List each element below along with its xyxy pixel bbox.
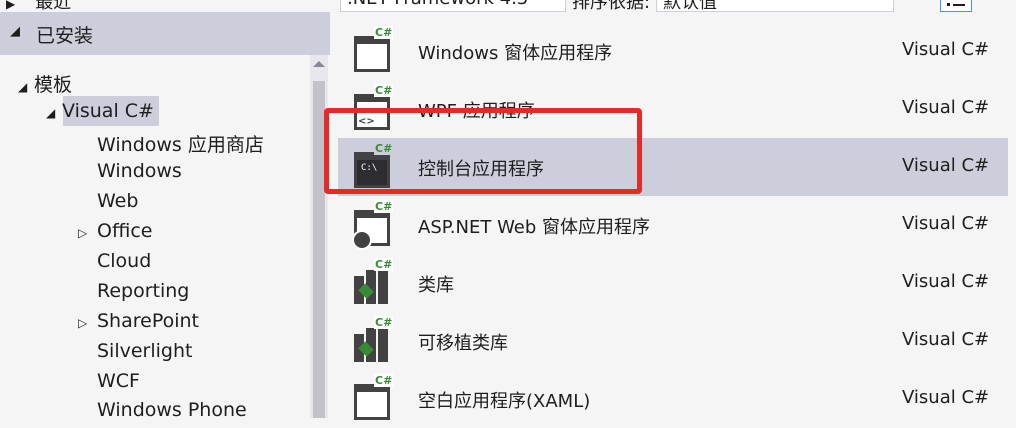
tree-item-office[interactable]: ▷ Office (78, 220, 152, 242)
tree-item-visual-csharp[interactable]: ◢ Visual C# (46, 100, 154, 122)
sort-select[interactable]: 默认值 (656, 0, 894, 12)
template-row-windows-forms[interactable]: C# Windows 窗体应用程序 Visual C# (338, 22, 1008, 80)
tree-item-web[interactable]: Web (97, 190, 138, 212)
portable-library-icon: C# (352, 316, 396, 364)
tree-item-silverlight[interactable]: Silverlight (97, 340, 192, 362)
tree-item-windows[interactable]: Windows (97, 160, 182, 182)
annotation-highlight-box (324, 108, 642, 194)
collapse-arrow-icon[interactable]: ◢ (18, 80, 34, 94)
expand-arrow-icon[interactable]: ▷ (78, 226, 94, 240)
expand-arrow-icon[interactable]: ▶ (6, 0, 15, 11)
template-list: C# Windows 窗体应用程序 Visual C# C# <> WPF 应用… (338, 22, 1008, 420)
tree-item-wcf[interactable]: WCF (97, 370, 140, 392)
expand-arrow-icon[interactable]: ▷ (78, 316, 94, 330)
grid-view-icon[interactable] (905, 0, 931, 10)
collapse-arrow-icon[interactable]: ◢ (46, 106, 62, 120)
tree-item-sharepoint[interactable]: ▷ SharePoint (78, 310, 199, 332)
collapse-arrow-icon[interactable]: ◢ (10, 24, 20, 39)
globe-icon (352, 230, 372, 250)
template-row-portable-library[interactable]: C# 可移植类库 Visual C# (338, 312, 1008, 370)
tree-item-templates[interactable]: ◢ 模板 (18, 70, 72, 97)
class-library-icon: C# (352, 258, 396, 306)
tree-item-recent[interactable]: ▶ 最近 (6, 0, 71, 12)
winforms-icon: C# (352, 26, 396, 74)
tree-item-windows-store[interactable]: Windows 应用商店 (97, 130, 264, 157)
aspnet-icon: C# (352, 200, 396, 250)
top-toolbar: ▶最近 .NET Framework 4.5 ▼ 排序依据: 默认值 (0, 0, 1016, 12)
template-row-aspnet[interactable]: C# ASP.NET Web 窗体应用程序 Visual C# (338, 196, 1008, 254)
blank-app-icon: C# (352, 374, 396, 422)
tree-item-reporting[interactable]: Reporting (97, 280, 189, 302)
chevron-down-icon: ▼ (552, 0, 561, 1)
template-row-class-library[interactable]: C# 类库 Visual C# (338, 254, 1008, 312)
scroll-up-icon[interactable] (313, 61, 325, 67)
sort-label: 排序依据: (572, 0, 651, 12)
template-row-blank-app[interactable]: C# 空白应用程序(XAML) Visual C# (338, 370, 1008, 428)
list-view-icon[interactable] (940, 0, 972, 12)
tree-item-cloud[interactable]: Cloud (97, 250, 151, 272)
tree-item-installed[interactable]: ◢ 已安装 (0, 12, 330, 55)
framework-select[interactable]: .NET Framework 4.5 ▼ (340, 0, 566, 12)
